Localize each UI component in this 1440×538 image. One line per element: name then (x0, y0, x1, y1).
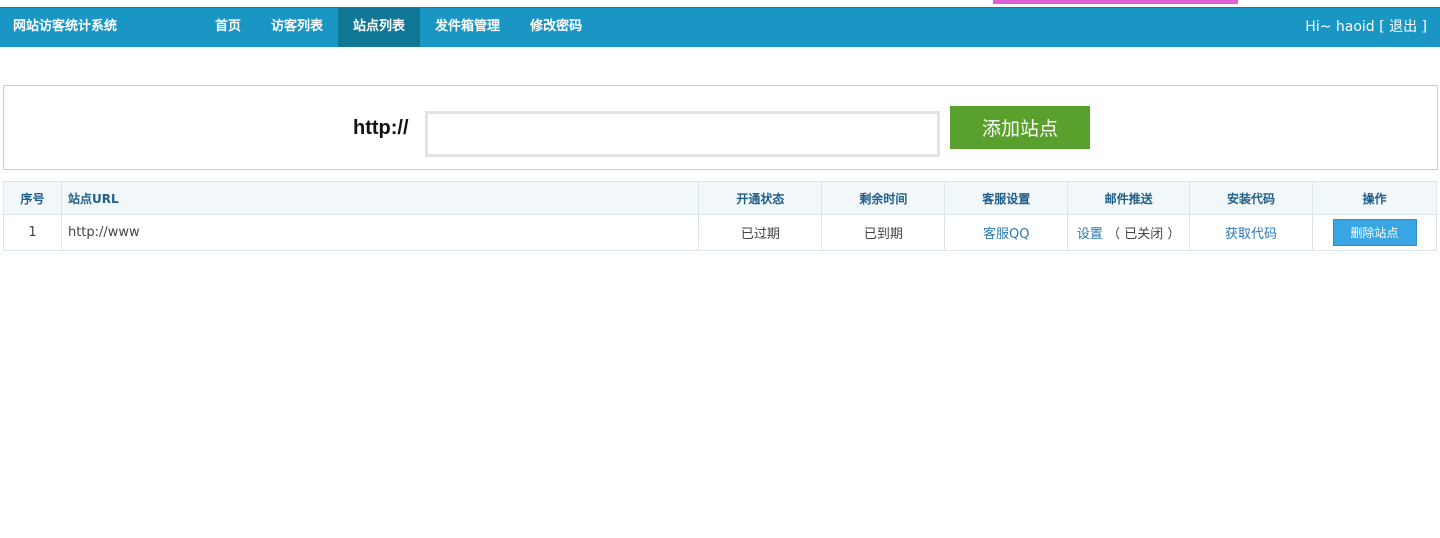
logout-link[interactable]: 退出 (1389, 19, 1417, 35)
col-action-header: 操作 (1312, 181, 1437, 215)
get-code-link[interactable]: 获取代码 (1225, 227, 1277, 242)
col-index-header: 序号 (3, 181, 62, 215)
row-service-cell: 客服QQ (944, 214, 1069, 251)
main-nav: 首页 访客列表 站点列表 发件箱管理 修改密码 (200, 8, 597, 47)
user-area: Hi~ haoid [ 退出 ] (1305, 8, 1427, 47)
table-row: 1 http://www 已过期 已到期 客服QQ 设置 （ 已关闭 ） 获取代… (3, 214, 1437, 251)
site-table: 序号 站点URL 开通状态 剩余时间 客服设置 邮件推送 安装代码 操作 1 h… (3, 181, 1437, 251)
nav-home[interactable]: 首页 (200, 8, 256, 47)
url-prefix-label: http:// (353, 117, 409, 139)
navbar: 网站访客统计系统 首页 访客列表 站点列表 发件箱管理 修改密码 Hi~ hao… (0, 7, 1440, 47)
row-url: http://www (60, 214, 700, 251)
app-brand: 网站访客统计系统 (13, 19, 118, 34)
nav-change-password[interactable]: 修改密码 (515, 8, 597, 47)
delete-site-button[interactable]: 删除站点 (1332, 219, 1417, 246)
email-settings-link[interactable]: 设置 (1077, 227, 1103, 242)
col-url-header: 站点URL (60, 181, 700, 215)
add-site-button[interactable]: 添加站点 (950, 106, 1090, 149)
nav-site-list[interactable]: 站点列表 (338, 8, 421, 47)
logout-prefix: [ (1374, 19, 1390, 35)
col-code-header: 安装代码 (1189, 181, 1313, 215)
site-url-input[interactable] (425, 111, 940, 157)
logout-suffix: ] (1417, 19, 1427, 35)
user-greeting: Hi~ haoid (1305, 19, 1375, 35)
nav-outbox-management[interactable]: 发件箱管理 (420, 8, 515, 47)
table-header-row: 序号 站点URL 开通状态 剩余时间 客服设置 邮件推送 安装代码 操作 (3, 181, 1437, 215)
row-status: 已过期 (698, 214, 823, 251)
row-remaining: 已到期 (821, 214, 946, 251)
row-email-cell: 设置 （ 已关闭 ） (1067, 214, 1191, 251)
service-qq-link[interactable]: 客服QQ (983, 227, 1029, 242)
accent-bar (993, 0, 1238, 4)
row-action-cell: 删除站点 (1312, 214, 1437, 251)
nav-visitor-list[interactable]: 访客列表 (256, 8, 338, 47)
email-state: （ 已关闭 ） (1107, 227, 1181, 242)
col-remaining-header: 剩余时间 (821, 181, 946, 215)
add-site-panel: http:// 添加站点 (3, 85, 1438, 170)
row-index: 1 (3, 214, 62, 251)
row-code-cell: 获取代码 (1189, 214, 1313, 251)
col-email-header: 邮件推送 (1067, 181, 1191, 215)
col-service-header: 客服设置 (944, 181, 1069, 215)
col-status-header: 开通状态 (698, 181, 823, 215)
